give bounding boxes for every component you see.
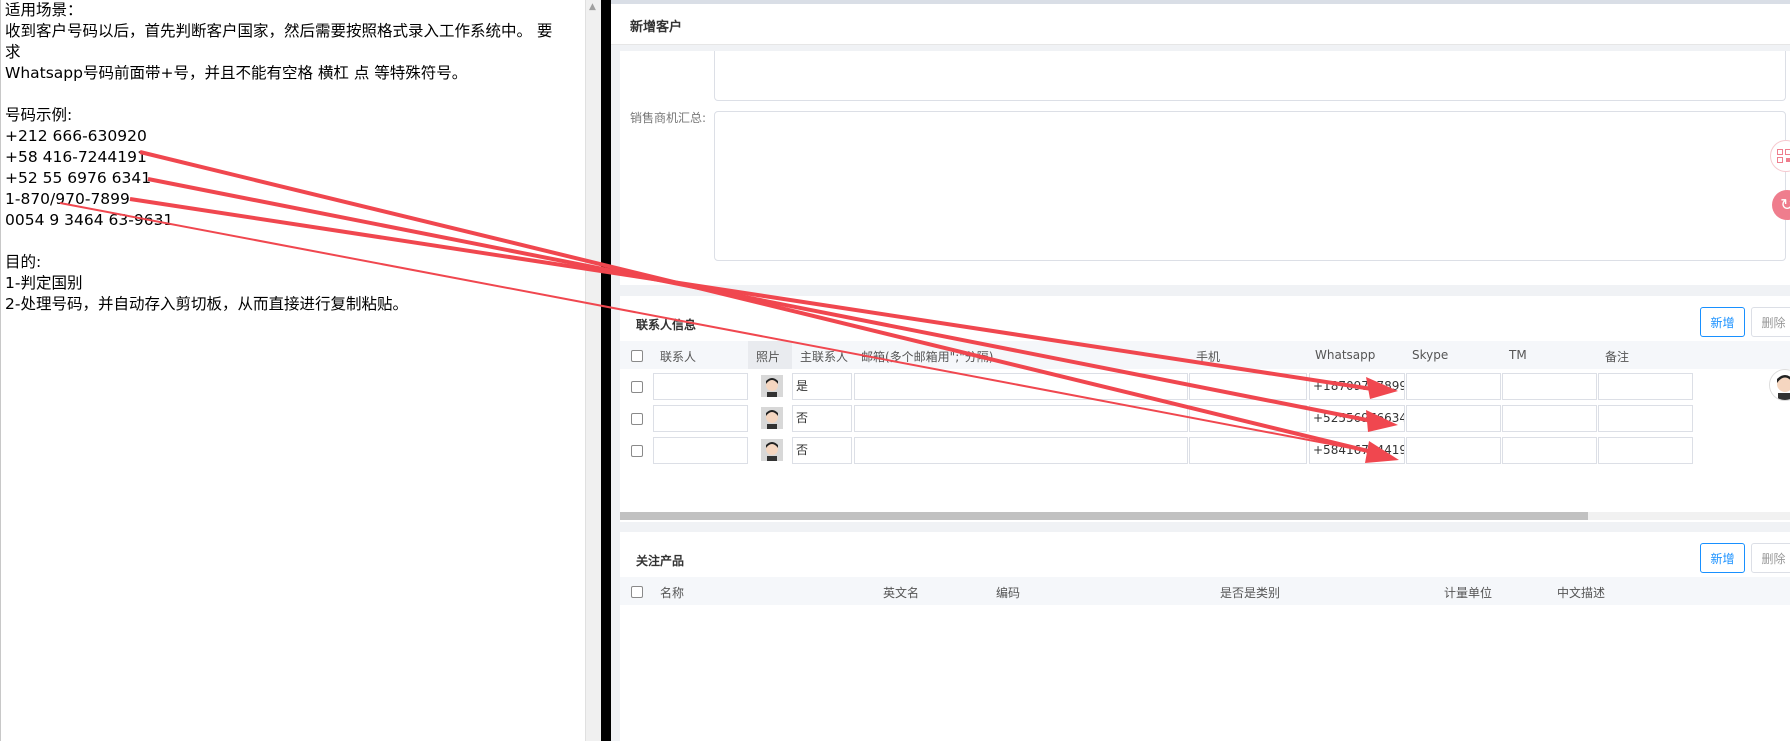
- contacts-card: 联系人信息 新增 删除 联系人 照片 主联系人 邮箱(多个邮箱用";"分隔) 手…: [620, 296, 1790, 522]
- add-contact-button[interactable]: 新增: [1700, 307, 1745, 337]
- contact-input[interactable]: [653, 373, 748, 400]
- notes-panel: 适用场景： 收到客户号码以后，首先判断客户国家，然后需要按照格式录入工作系统中。…: [0, 0, 585, 741]
- notes-line: [5, 231, 565, 252]
- notes-line: +58 416-7244191: [5, 148, 147, 166]
- upper-textarea[interactable]: [714, 51, 1786, 101]
- skype-input[interactable]: [1406, 373, 1501, 400]
- col-primary: 主联系人: [800, 350, 849, 364]
- notes-line: 适用场景：: [5, 1, 83, 19]
- contact-input[interactable]: [653, 437, 748, 464]
- person-avatar-icon[interactable]: [761, 407, 783, 429]
- table-row: 否 +584167244191: [620, 435, 1790, 467]
- col-email: 邮箱(多个邮箱用";"分隔): [861, 350, 994, 364]
- notes-line: 收到客户号码以后，首先判断客户国家，然后需要按照格式录入工作系统中。 要: [5, 22, 553, 40]
- col-whatsapp: Whatsapp: [1315, 348, 1376, 362]
- select-all-checkbox[interactable]: [631, 350, 643, 362]
- sales-summary-textarea[interactable]: [714, 111, 1786, 261]
- col-skype: Skype: [1412, 348, 1449, 362]
- skype-input[interactable]: [1406, 405, 1501, 432]
- mobile-input[interactable]: [1189, 405, 1307, 432]
- note-input[interactable]: [1598, 405, 1693, 432]
- notes-scrollbar[interactable]: ▲: [585, 0, 601, 741]
- email-input[interactable]: [854, 405, 1188, 432]
- crm-app: 新增客户 销售商机汇总: ↻ 联系人信息 新增 删除 联系人 照片 主联系人 邮…: [611, 0, 1790, 741]
- notes-line: 目的:: [5, 253, 42, 271]
- tm-input[interactable]: [1502, 373, 1597, 400]
- col-cn-desc: 中文描述: [1557, 586, 1606, 600]
- col-photo: 照片: [756, 350, 781, 364]
- col-note: 备注: [1605, 350, 1630, 364]
- col-tm: TM: [1509, 348, 1527, 362]
- notes-line: [5, 84, 565, 105]
- whatsapp-input[interactable]: +525569766341: [1309, 405, 1405, 432]
- row-checkbox[interactable]: [631, 381, 643, 393]
- notes-line: +212 666-630920: [5, 127, 147, 145]
- scroll-up-icon[interactable]: ▲: [589, 2, 596, 12]
- add-product-button[interactable]: 新增: [1700, 543, 1745, 573]
- note-input[interactable]: [1598, 437, 1693, 464]
- whatsapp-input[interactable]: +584167244191: [1309, 437, 1405, 464]
- skype-input[interactable]: [1406, 437, 1501, 464]
- table-row: 是 +18709707899: [620, 371, 1790, 403]
- email-input[interactable]: [854, 373, 1188, 400]
- tm-input[interactable]: [1502, 437, 1597, 464]
- delete-product-button[interactable]: 删除: [1751, 543, 1790, 573]
- row-checkbox[interactable]: [631, 413, 643, 425]
- row-checkbox[interactable]: [631, 445, 643, 457]
- sales-summary-label: 销售商机汇总:: [629, 111, 706, 125]
- mobile-input[interactable]: [1189, 437, 1307, 464]
- tm-input[interactable]: [1502, 405, 1597, 432]
- delete-contact-button[interactable]: 删除: [1751, 307, 1790, 337]
- scrollbar-thumb[interactable]: [620, 512, 1588, 520]
- sales-card: 销售商机汇总:: [620, 51, 1790, 285]
- primary-select[interactable]: 是: [792, 373, 852, 400]
- notes-line: +52 55 6976 6341: [5, 169, 152, 187]
- col-code: 编码: [996, 586, 1021, 600]
- note-input[interactable]: [1598, 373, 1693, 400]
- primary-select[interactable]: 否: [792, 437, 852, 464]
- col-contact: 联系人: [660, 350, 697, 364]
- email-input[interactable]: [854, 437, 1188, 464]
- notes-line: 号码示例:: [5, 106, 73, 124]
- whatsapp-input[interactable]: +18709707899: [1309, 373, 1405, 400]
- page-header: 新增客户: [611, 4, 1790, 45]
- notes-line: 2-处理号码，并自动存入剪切板，从而直接进行复制粘贴。: [5, 295, 408, 313]
- primary-select[interactable]: 否: [792, 405, 852, 432]
- products-title: 关注产品: [636, 554, 685, 568]
- select-all-checkbox[interactable]: [631, 586, 643, 598]
- person-avatar-icon[interactable]: [761, 375, 783, 397]
- table-horizontal-scrollbar[interactable]: [620, 512, 1790, 520]
- col-english-name: 英文名: [883, 586, 920, 600]
- col-is-category: 是否是类别: [1220, 586, 1281, 600]
- notes-line: 0054 9 3464 63-9631: [5, 211, 174, 229]
- person-avatar-icon[interactable]: [761, 439, 783, 461]
- pane-divider: [601, 0, 611, 741]
- contact-input[interactable]: [653, 405, 748, 432]
- notes-text[interactable]: 适用场景： 收到客户号码以后，首先判断客户国家，然后需要按照格式录入工作系统中。…: [5, 0, 565, 315]
- table-row: 否 +525569766341: [620, 403, 1790, 435]
- notes-line: 1-判定国别: [5, 274, 83, 292]
- mobile-input[interactable]: [1189, 373, 1307, 400]
- notes-line: Whatsapp号码前面带+号，并且不能有空格 横杠 点 等特殊符号。: [5, 64, 468, 82]
- col-mobile: 手机: [1196, 350, 1221, 364]
- notes-line: 求: [5, 43, 21, 61]
- col-name: 名称: [660, 586, 685, 600]
- contacts-table-header: 联系人 照片 主联系人 邮箱(多个邮箱用";"分隔) 手机 Whatsapp S…: [620, 341, 1790, 369]
- col-unit: 计量单位: [1444, 586, 1493, 600]
- products-card: 关注产品 新增 删除 名称 英文名 编码 是否是类别 计量单位 中文描述: [620, 532, 1790, 741]
- products-table-header: 名称 英文名 编码 是否是类别 计量单位 中文描述: [620, 577, 1790, 605]
- contacts-title: 联系人信息: [636, 318, 697, 332]
- notes-line: 1-870/970-7899: [5, 190, 130, 208]
- page-title: 新增客户: [630, 20, 683, 35]
